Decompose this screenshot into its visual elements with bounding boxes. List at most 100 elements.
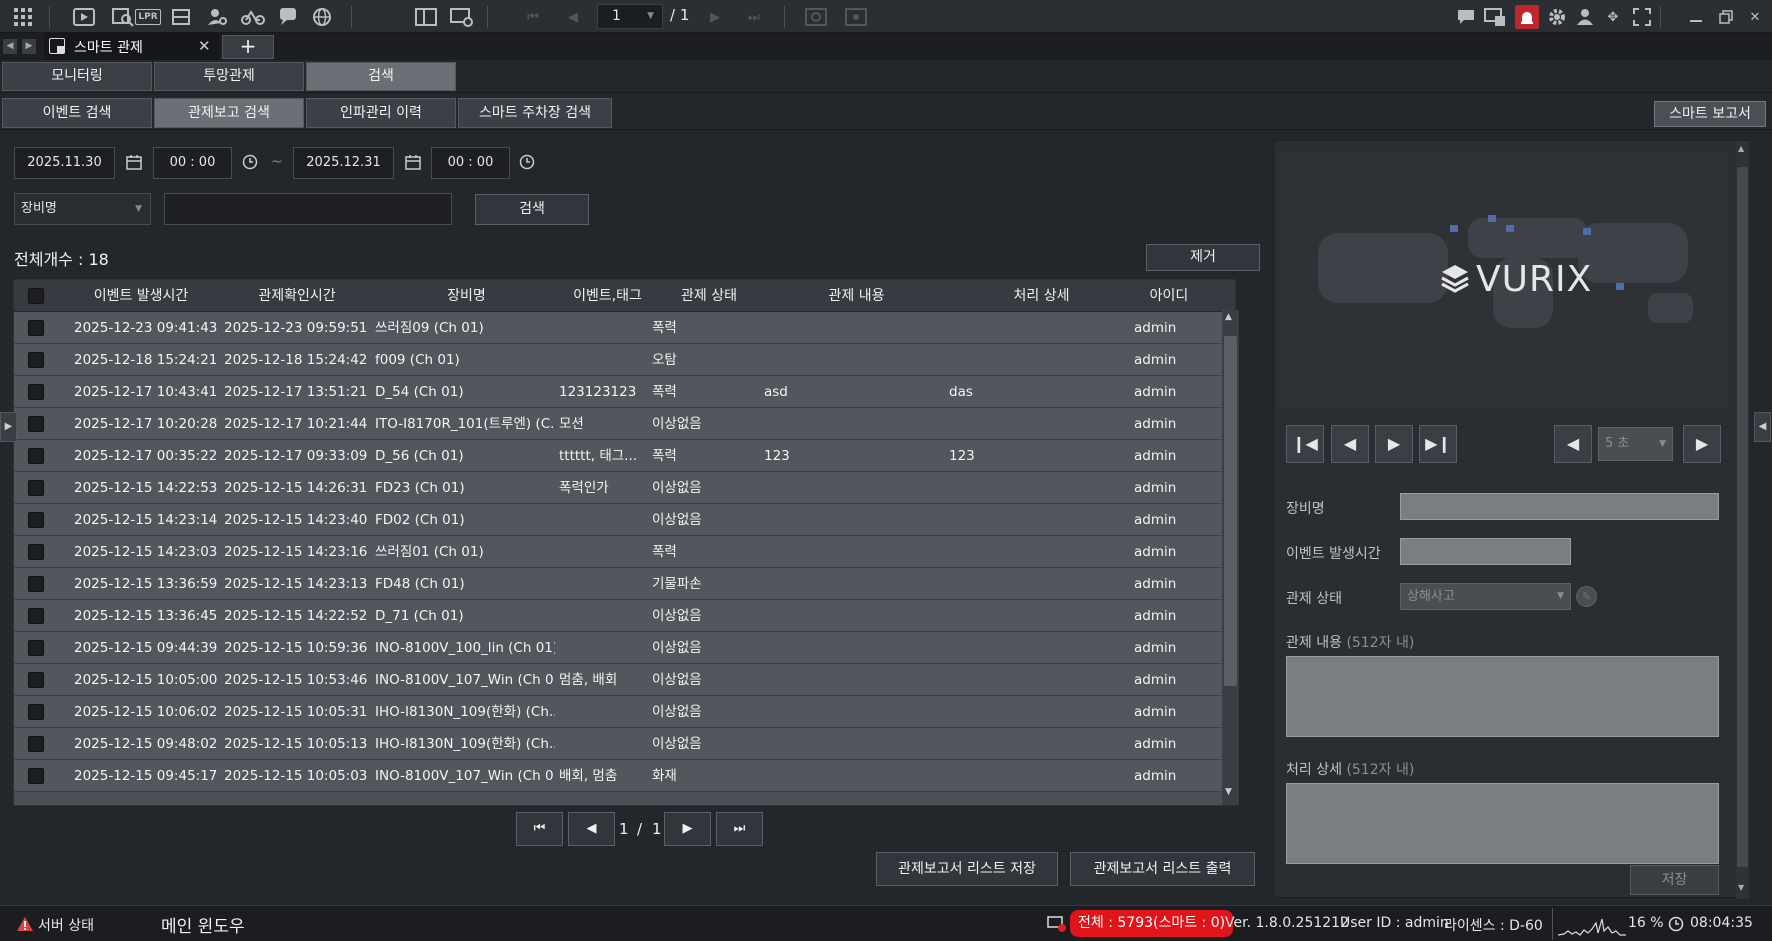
video-play-icon[interactable]	[72, 5, 96, 29]
panel-scrollbar[interactable]: ▲ ▼	[1736, 141, 1749, 899]
scroll-up-icon[interactable]: ▲	[1738, 144, 1744, 153]
scrollbar-thumb[interactable]	[1224, 336, 1237, 686]
rewind-icon[interactable]: ◀	[1331, 425, 1369, 463]
row-checkbox[interactable]	[28, 320, 44, 336]
table-row[interactable]: 2025-12-17 10:20:28 2025-12-17 10:21:44 IT…	[14, 408, 1235, 440]
column-header[interactable]: 이벤트,태그	[559, 280, 656, 312]
refresh-icon[interactable]	[804, 5, 828, 29]
print-list-button[interactable]: 관제보고서 리스트 출력	[1070, 852, 1255, 886]
content-textarea[interactable]	[1286, 656, 1719, 737]
row-checkbox[interactable]	[28, 768, 44, 784]
tab-smart-monitoring[interactable]: 스마트 관제 ✕	[44, 33, 219, 60]
tab-close-icon[interactable]: ✕	[198, 37, 211, 55]
globe-settings-icon[interactable]	[311, 5, 335, 29]
close-icon[interactable]: ✕	[1743, 5, 1767, 29]
row-checkbox[interactable]	[28, 512, 44, 528]
layout-split-icon[interactable]	[414, 5, 438, 29]
column-header[interactable]: 관제 상태	[654, 280, 764, 312]
row-checkbox[interactable]	[28, 544, 44, 560]
add-tab-button[interactable]: +	[222, 35, 274, 59]
fullscreen-icon[interactable]	[1630, 5, 1654, 29]
table-row[interactable]: 2025-12-23 09:41:43 2025-12-23 09:59:51 쓰러…	[14, 312, 1235, 344]
table-row[interactable]: 2025-12-15 09:44:39 2025-12-15 10:59:36 IN…	[14, 632, 1235, 664]
bicycle-icon[interactable]	[241, 5, 265, 29]
filter-select[interactable]: 장비명 ▼	[14, 193, 151, 225]
menu-search[interactable]: 검색	[306, 62, 456, 91]
row-checkbox[interactable]	[28, 672, 44, 688]
end-time-field[interactable]: 00 : 00	[431, 147, 510, 179]
calendar-icon[interactable]	[405, 154, 421, 170]
table-row[interactable]: 2025-12-17 10:43:41 2025-12-17 13:51:21 D_…	[14, 376, 1235, 408]
row-checkbox[interactable]	[28, 576, 44, 592]
restore-icon[interactable]	[1714, 5, 1738, 29]
row-checkbox[interactable]	[28, 480, 44, 496]
row-checkbox[interactable]	[28, 640, 44, 656]
prev-page-icon[interactable]: ◀	[561, 5, 585, 29]
tab-scroll-left-icon[interactable]: ◀	[3, 39, 17, 54]
table-row[interactable]: 2025-12-15 10:05:00 2025-12-15 10:53:46 IN…	[14, 664, 1235, 696]
row-checkbox[interactable]	[28, 384, 44, 400]
menu-throw-monitoring[interactable]: 투망관제	[154, 62, 304, 91]
grid-menu-icon[interactable]	[11, 5, 35, 29]
tab-scroll-right-icon[interactable]: ▶	[22, 39, 36, 54]
pin-icon[interactable]: ✎	[1576, 586, 1597, 607]
camera-grid-icon[interactable]	[170, 5, 194, 29]
first-page-icon[interactable]: ⏮	[521, 5, 545, 29]
scroll-down-icon[interactable]: ▼	[1738, 883, 1744, 892]
next-page-icon[interactable]: ▶	[703, 5, 727, 29]
column-header[interactable]: 처리 상세	[949, 280, 1134, 312]
interval-select[interactable]: 5 초 ▼	[1598, 427, 1673, 461]
pager-prev-icon[interactable]: ◀	[568, 812, 615, 846]
last-page-icon[interactable]: ⏭	[742, 5, 766, 29]
user-icon[interactable]	[1573, 5, 1597, 29]
filter-input[interactable]	[164, 193, 452, 225]
play-icon[interactable]: ▶	[1375, 425, 1413, 463]
move-icon[interactable]: ✥	[1601, 5, 1625, 29]
gear-icon[interactable]	[1545, 5, 1569, 29]
scroll-down-icon[interactable]: ▼	[1225, 787, 1232, 797]
table-row[interactable]: 2025-12-15 13:36:59 2025-12-15 14:23:13 FD…	[14, 568, 1235, 600]
column-header[interactable]: 관제확인시간	[222, 280, 372, 312]
remove-button[interactable]: 제거	[1146, 244, 1260, 271]
table-scrollbar[interactable]: ▲ ▼	[1222, 310, 1239, 805]
interval-next-icon[interactable]: ▶	[1683, 425, 1721, 463]
column-header[interactable]: 아이디	[1114, 280, 1224, 312]
save-list-button[interactable]: 관제보고서 리스트 저장	[876, 852, 1058, 886]
right-panel-toggle-icon[interactable]: ◀	[1754, 412, 1771, 442]
row-checkbox[interactable]	[28, 704, 44, 720]
lpr-icon[interactable]: LPR	[135, 9, 161, 25]
table-row[interactable]: 2025-12-15 10:06:02 2025-12-15 10:05:31 IH…	[14, 696, 1235, 728]
column-header[interactable]: 이벤트 발생시간	[66, 280, 216, 312]
start-time-field[interactable]: 00 : 00	[153, 147, 232, 179]
pager-first-icon[interactable]: ⏮	[516, 812, 563, 846]
table-row[interactable]: 2025-12-15 14:23:14 2025-12-15 14:23:40 FD…	[14, 504, 1235, 536]
submenu-report-search[interactable]: 관제보고 검색	[154, 98, 304, 128]
alarm-icon[interactable]	[1515, 5, 1539, 29]
select-all-checkbox[interactable]	[28, 288, 44, 304]
table-row[interactable]: 2025-12-15 13:36:45 2025-12-15 14:22:52 D_…	[14, 600, 1235, 632]
table-row[interactable]: 2025-12-15 14:22:53 2025-12-15 14:26:31 FD…	[14, 472, 1235, 504]
server-status[interactable]: 서버 상태	[38, 915, 94, 935]
save-button[interactable]: 저장	[1630, 865, 1719, 895]
monitor-alert-icon[interactable]	[1483, 5, 1507, 29]
row-checkbox[interactable]	[28, 448, 44, 464]
table-row[interactable]: 2025-12-17 00:35:22 2025-12-17 09:33:09 D_…	[14, 440, 1235, 472]
left-panel-toggle-icon[interactable]: ▶	[0, 412, 17, 442]
video-search-icon[interactable]	[111, 5, 135, 29]
minimize-icon[interactable]	[1684, 5, 1708, 29]
column-header[interactable]: 관제 내용	[764, 280, 949, 312]
person-search-icon[interactable]	[206, 5, 230, 29]
scroll-up-icon[interactable]: ▲	[1225, 312, 1232, 322]
column-header[interactable]: 장비명	[374, 280, 559, 312]
scrollbar-thumb[interactable]	[1737, 167, 1748, 867]
table-row[interactable]: 2025-12-15 14:23:03 2025-12-15 14:23:16 쓰러…	[14, 536, 1235, 568]
table-row[interactable]: 2025-12-18 15:24:21 2025-12-18 15:24:42 f0…	[14, 344, 1235, 376]
pager-last-icon[interactable]: ⏭	[716, 812, 763, 846]
end-date-field[interactable]: 2025.12.31	[293, 147, 394, 179]
snapshot-icon[interactable]	[844, 5, 868, 29]
calendar-icon[interactable]	[126, 154, 142, 170]
row-checkbox[interactable]	[28, 352, 44, 368]
submenu-parking-search[interactable]: 스마트 주차장 검색	[458, 98, 612, 128]
submenu-event-search[interactable]: 이벤트 검색	[2, 98, 152, 128]
step-forward-icon[interactable]: ▶❙	[1419, 425, 1457, 463]
